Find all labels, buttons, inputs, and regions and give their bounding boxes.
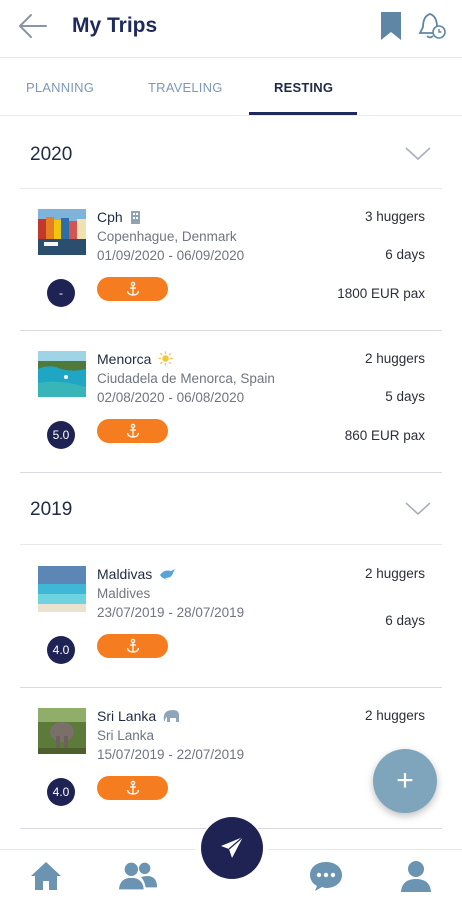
send-icon — [221, 836, 244, 858]
anchor-button[interactable] — [97, 776, 168, 800]
elephant-icon — [163, 710, 180, 722]
trip-score-badge: 4.0 — [47, 778, 75, 806]
trip-price: 1800 EUR pax — [337, 286, 425, 301]
trip-price: 860 EUR pax — [344, 428, 425, 443]
nav-profile[interactable] — [396, 858, 436, 894]
trip-huggers: 2 huggers — [364, 708, 425, 723]
nav-messages[interactable] — [306, 858, 346, 894]
chevron-down-icon[interactable] — [404, 146, 432, 162]
profile-icon — [401, 861, 431, 892]
anchor-button[interactable] — [97, 634, 168, 658]
trip-days: 6 days — [385, 247, 425, 262]
trip-card-maldivas[interactable]: Maldivas Maldives 23/07/2019 - 28/07/201… — [0, 566, 462, 686]
bookmark-icon[interactable] — [376, 10, 406, 42]
active-tab-indicator — [249, 112, 357, 115]
building-icon — [130, 211, 140, 224]
trip-name: Maldivas — [97, 566, 176, 582]
users-icon — [118, 862, 158, 890]
trip-huggers: 2 huggers — [364, 566, 425, 581]
trip-status-tabs: PLANNING TRAVELING RESTING — [0, 60, 462, 116]
year-heading-2020: 2020 — [30, 144, 73, 165]
tab-traveling[interactable]: TRAVELING — [148, 80, 223, 95]
tab-resting[interactable]: RESTING — [274, 80, 333, 95]
trip-huggers: 3 huggers — [364, 209, 425, 224]
anchor-button[interactable] — [97, 277, 168, 301]
add-trip-button[interactable]: + — [373, 749, 437, 813]
divider — [20, 687, 442, 688]
trip-score-badge: - — [47, 279, 75, 307]
trip-name: Menorca — [97, 351, 173, 367]
trip-place: Copenhague, Denmark — [97, 229, 237, 244]
page-title: My Trips — [72, 14, 158, 37]
trip-days: 5 days — [385, 389, 425, 404]
arrow-left-icon[interactable] — [14, 10, 50, 42]
trip-name: Cph — [97, 209, 141, 225]
trip-dates: 02/08/2020 - 06/08/2020 — [97, 390, 245, 405]
year-heading-2019: 2019 — [30, 499, 73, 520]
divider — [20, 188, 442, 189]
trip-thumbnail — [38, 566, 86, 612]
divider — [20, 544, 442, 545]
nav-community[interactable] — [118, 858, 158, 894]
anchor-icon — [126, 281, 139, 296]
trip-place: Maldives — [97, 586, 151, 601]
trip-dates: 01/09/2020 - 06/09/2020 — [97, 248, 245, 263]
app-header: My Trips — [0, 0, 462, 58]
anchor-icon — [126, 780, 139, 795]
chevron-down-icon[interactable] — [404, 501, 432, 517]
trip-huggers: 2 huggers — [364, 351, 425, 366]
trip-thumbnail — [38, 209, 86, 255]
trip-score-badge: 4.0 — [47, 636, 75, 664]
tab-planning[interactable]: PLANNING — [26, 80, 94, 95]
anchor-icon — [126, 638, 139, 653]
trip-dates: 15/07/2019 - 22/07/2019 — [97, 747, 245, 762]
trip-name: Sri Lanka — [97, 708, 181, 724]
trip-score-badge: 5.0 — [47, 421, 75, 449]
trip-thumbnail — [38, 708, 86, 754]
nav-home[interactable] — [26, 858, 66, 894]
nav-new-trip-button[interactable] — [201, 817, 263, 879]
anchor-button[interactable] — [97, 419, 168, 443]
divider — [20, 330, 442, 331]
dolphin-icon — [160, 569, 176, 580]
sun-icon — [158, 351, 173, 366]
trip-thumbnail — [38, 351, 86, 397]
trip-card-menorca[interactable]: Menorca Ciudadela de Menorca, Spain 02/0… — [0, 351, 462, 471]
chat-icon — [310, 862, 342, 891]
trip-days: 6 days — [385, 613, 425, 628]
anchor-icon — [126, 423, 139, 438]
home-icon — [31, 862, 61, 890]
trip-place: Ciudadela de Menorca, Spain — [97, 371, 275, 386]
divider — [20, 472, 442, 473]
trip-card-cph[interactable]: Cph Copenhague, Denmark 01/09/2020 - 06/… — [0, 209, 462, 329]
trip-dates: 23/07/2019 - 28/07/2019 — [97, 605, 245, 620]
trip-place: Sri Lanka — [97, 728, 155, 743]
alarm-bell-icon[interactable] — [417, 10, 447, 42]
